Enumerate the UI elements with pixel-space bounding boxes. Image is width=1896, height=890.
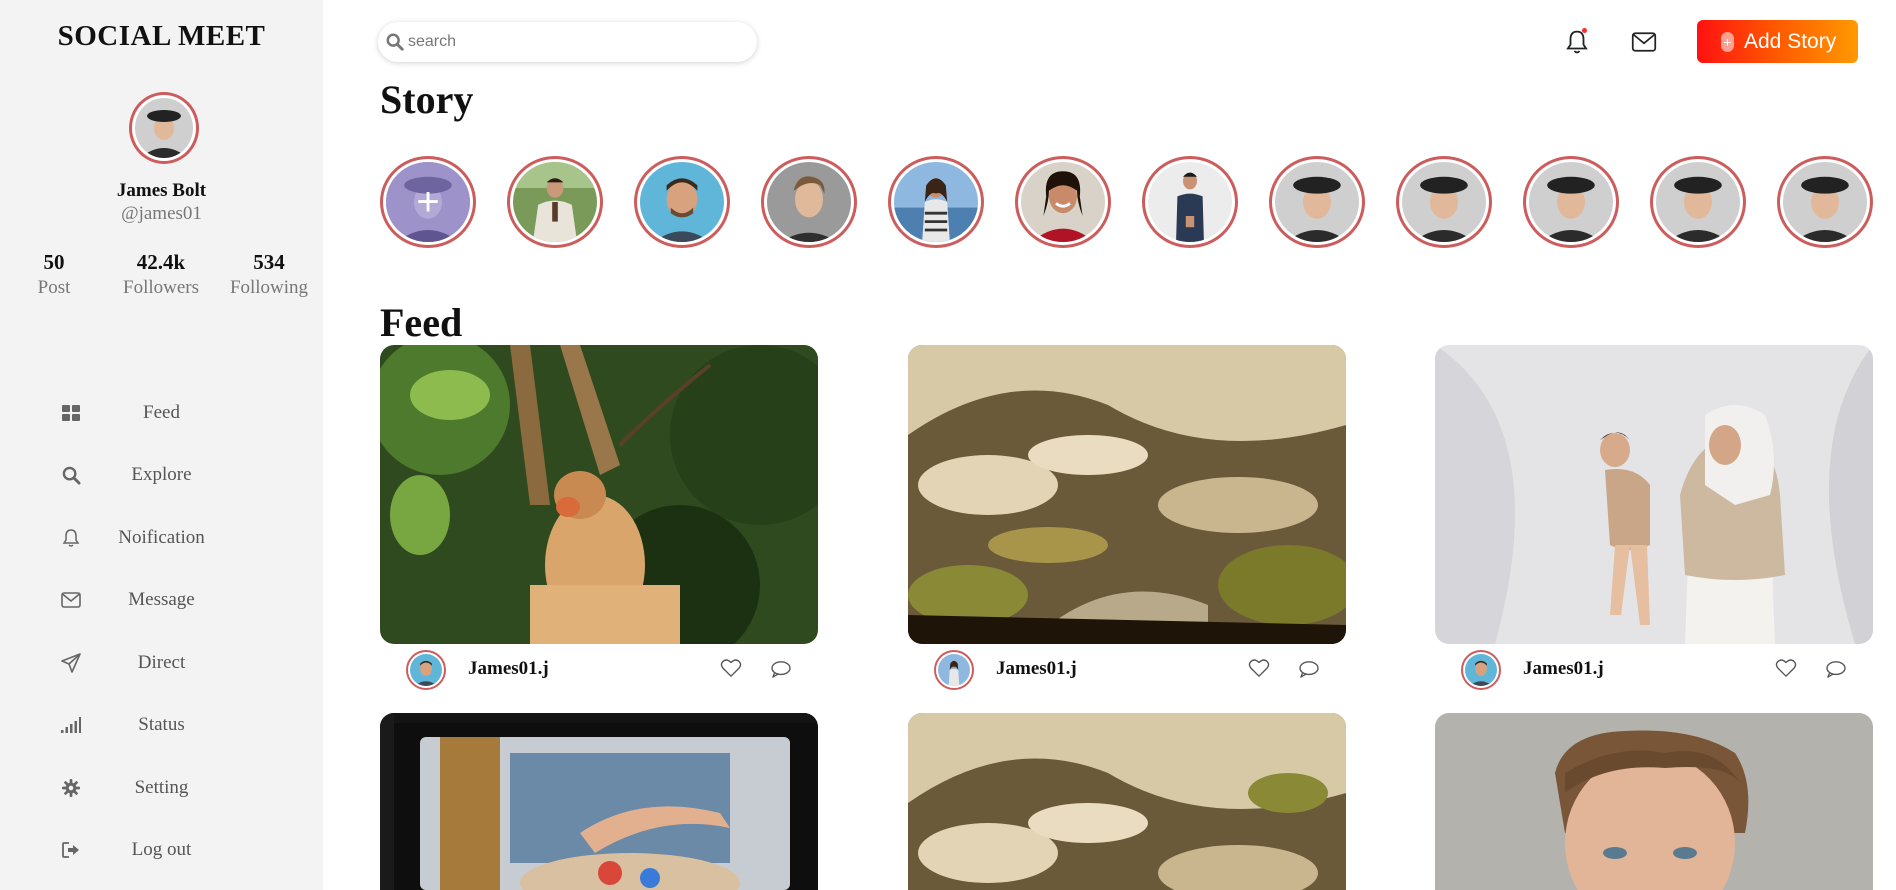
story-avatar[interactable] [1142, 156, 1238, 248]
post-image[interactable] [380, 345, 818, 644]
post-image[interactable] [380, 713, 818, 890]
plus-icon: + [1721, 31, 1734, 52]
stat-followers-value: 42.4k [136, 250, 186, 274]
bell-icon [1565, 29, 1589, 55]
search-input[interactable] [408, 33, 728, 51]
heart-icon[interactable] [720, 658, 744, 680]
sidebar-item-label: Feed [143, 402, 180, 423]
feed-post: James01.j [908, 345, 1346, 694]
brand-logo[interactable]: SOCIAL MEET [0, 20, 323, 53]
envelope-icon [1631, 32, 1657, 52]
sidebar-item-status[interactable]: Status [0, 705, 323, 745]
notification-dot [1582, 28, 1587, 33]
stat-followers-label: Followers [123, 277, 199, 298]
stories-row: + [380, 156, 1896, 251]
profile-handle: @james01 [121, 203, 202, 224]
comment-icon[interactable] [1298, 660, 1322, 680]
post-author-avatar[interactable] [1461, 650, 1501, 690]
profile-avatar[interactable] [129, 92, 199, 164]
add-story-button[interactable]: + Add Story [1697, 20, 1858, 63]
profile-name: James Bolt [116, 180, 207, 201]
post-image[interactable] [1435, 713, 1873, 890]
sidebar-item-label: Setting [134, 777, 189, 798]
sidebar-item-label: Log out [131, 839, 192, 860]
notifications-button[interactable] [1561, 26, 1593, 58]
story-avatar[interactable] [761, 156, 857, 248]
stat-posts-label: Post [37, 277, 71, 298]
sidebar-item-explore[interactable]: Explore [0, 455, 323, 495]
story-avatar[interactable] [1650, 156, 1746, 248]
plus-icon: + [416, 180, 440, 224]
sidebar-item-label: Message [128, 589, 195, 610]
search-bar[interactable] [378, 22, 757, 62]
sidebar-item-label: Noification [118, 527, 205, 548]
feed-title: Feed [380, 300, 463, 345]
post-username[interactable]: James01.j [996, 658, 1077, 680]
post-image[interactable] [1435, 345, 1873, 644]
stat-following[interactable]: 534 Following [219, 250, 319, 299]
stat-followers[interactable]: 42.4k Followers [111, 250, 211, 299]
comment-icon[interactable] [770, 660, 794, 680]
post-username[interactable]: James01.j [1523, 658, 1604, 680]
sidebar-item-notification[interactable]: Noification [0, 518, 323, 558]
post-author-avatar[interactable] [406, 650, 446, 690]
sidebar: SOCIAL MEET James Bolt @james01 50 Post … [0, 0, 323, 890]
stat-posts: 50 Post [4, 250, 104, 299]
sidebar-item-label: Explore [131, 464, 192, 485]
post-image[interactable] [908, 345, 1346, 644]
story-avatar[interactable] [1777, 156, 1873, 248]
stories-title: Story [380, 77, 474, 122]
feed-post: James01.j [380, 345, 818, 694]
story-avatar[interactable] [1015, 156, 1111, 248]
comment-icon[interactable] [1825, 660, 1849, 680]
story-avatar[interactable] [634, 156, 730, 248]
feed-post [380, 713, 818, 890]
feed-post: James01.j [1435, 345, 1873, 694]
messages-button[interactable] [1628, 26, 1660, 58]
story-avatar[interactable] [1269, 156, 1365, 248]
search-icon [386, 33, 404, 51]
post-username[interactable]: James01.j [468, 658, 549, 680]
story-avatar[interactable] [888, 156, 984, 248]
sidebar-item-direct[interactable]: Direct [0, 643, 323, 683]
post-image[interactable] [908, 713, 1346, 890]
add-story-circle[interactable]: + [380, 156, 476, 248]
story-avatar[interactable] [1396, 156, 1492, 248]
sidebar-item-setting[interactable]: Setting [0, 768, 323, 808]
feed-post [908, 713, 1346, 890]
add-story-label: Add Story [1744, 29, 1837, 53]
heart-icon[interactable] [1248, 658, 1272, 680]
sidebar-item-feed[interactable]: Feed [0, 393, 323, 433]
sidebar-item-logout[interactable]: Log out [0, 830, 323, 870]
sidebar-item-label: Status [138, 714, 185, 735]
sidebar-item-message[interactable]: Message [0, 580, 323, 620]
feed-post [1435, 713, 1873, 890]
stat-following-value: 534 [253, 250, 285, 274]
stat-following-label: Following [229, 277, 309, 298]
story-avatar[interactable] [507, 156, 603, 248]
heart-icon[interactable] [1775, 658, 1799, 680]
post-author-avatar[interactable] [934, 650, 974, 690]
story-avatar[interactable] [1523, 156, 1619, 248]
sidebar-item-label: Direct [137, 652, 186, 673]
stat-posts-value: 50 [43, 250, 65, 274]
